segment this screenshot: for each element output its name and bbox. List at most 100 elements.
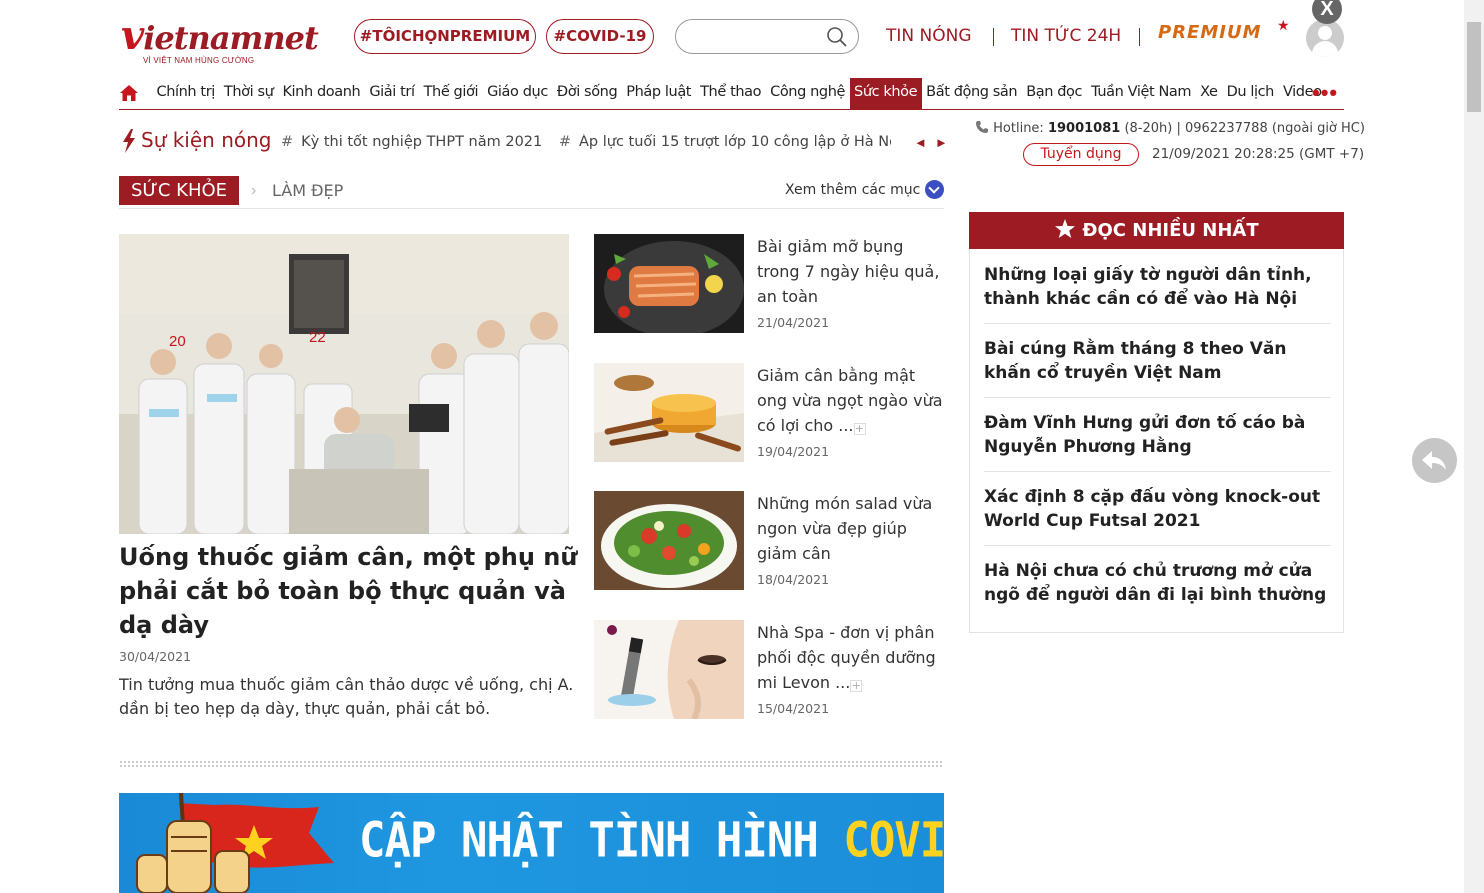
hot-events-list: # Kỳ thi tốt nghiệp THPT năm 2021 # Áp lực… [281, 134, 891, 150]
nav-item[interactable]: Du lịch [1222, 78, 1278, 109]
article-title-text[interactable]: Nhà Spa - đơn vị phân phối độc quyền dưỡ… [757, 623, 936, 692]
most-read-box: ĐỌC NHIỀU NHẤT Những loại giấy tờ người … [969, 212, 1344, 633]
article-title[interactable]: Bài giảm mỡ bụng trong 7 ngày hiệu quả, … [757, 234, 947, 309]
banner-main-text: CẬP NHẬT TÌNH HÌNH [359, 812, 819, 869]
nav-item[interactable]: Tuần Việt Nam [1087, 78, 1196, 109]
article-date: 18/04/2021 [757, 572, 830, 587]
search-input[interactable] [688, 20, 838, 51]
article-thumbnail[interactable] [594, 363, 744, 462]
article-thumbnail[interactable] [594, 234, 744, 333]
site-logo[interactable]: vietnamnet VÌ VIỆT NAM HÙNG CƯỜNG [121, 16, 319, 70]
user-icon-body [1312, 41, 1338, 57]
divider [1139, 28, 1140, 46]
most-read-item[interactable]: Xác định 8 cặp đấu vòng knock-out World … [984, 472, 1331, 546]
plus-icon[interactable]: + [850, 680, 863, 692]
nav-item[interactable]: Chính trị [152, 78, 219, 109]
search-icon[interactable] [826, 26, 848, 48]
article-item[interactable]: Bài giảm mỡ bụng trong 7 ngày hiệu quả, … [594, 234, 949, 334]
nav-item[interactable]: Bất động sản [922, 78, 1022, 109]
plus-icon[interactable]: + [853, 423, 866, 435]
article-date: 21/04/2021 [757, 315, 830, 330]
nav-item[interactable]: Thời sự [219, 78, 278, 109]
premium-link[interactable]: PREMIUM [1158, 22, 1262, 43]
most-read-item[interactable]: Những loại giấy tờ người dân tỉnh, thành… [984, 250, 1331, 324]
article-date: 15/04/2021 [757, 701, 830, 716]
hot-event-item[interactable]: Áp lực tuổi 15 trượt lớp 10 công lập ở H… [579, 134, 891, 150]
bed-number: 22 [309, 329, 326, 346]
nav-item[interactable]: Bạn đọc [1022, 78, 1087, 109]
featured-image[interactable]: 20 22 [119, 234, 569, 534]
subsection-link[interactable]: LÀM ĐẸP [272, 181, 343, 200]
scrollbar[interactable] [1464, 0, 1484, 893]
hotline: Hotline: 19001081 (8-20h) | 0962237788 (… [975, 120, 1365, 136]
article-item[interactable]: Giảm cân bằng mật ong vừa ngọt ngào vừa … [594, 363, 949, 463]
featured-date: 30/04/2021 [119, 649, 192, 664]
article-item[interactable]: Nhà Spa - đơn vị phân phối độc quyền dưỡ… [594, 620, 949, 720]
salad-image [594, 491, 744, 590]
tag-toichonpremium[interactable]: #TÔICHỌNPREMIUM [354, 19, 536, 54]
tag-covid19[interactable]: #COVID-19 [546, 19, 654, 54]
article-title[interactable]: Những món salad vừa ngon vừa đẹp giúp gi… [757, 491, 947, 566]
nav-item[interactable]: Kinh doanh [278, 78, 365, 109]
most-read-item[interactable]: Hà Nội chưa có chủ trương mở cửa ngõ để … [984, 546, 1331, 620]
home-icon[interactable] [119, 84, 139, 102]
hotline-number[interactable]: 19001081 [1048, 121, 1120, 136]
hotline-hours: (8-20h) | 0962237788 (ngoài giờ HC) [1124, 121, 1365, 136]
star-icon [1055, 219, 1076, 238]
nav-item[interactable]: Giáo dục [483, 78, 553, 109]
hot-events-bar: Sự kiện nóng # Kỳ thi tốt nghiệp THPT năm… [119, 126, 949, 160]
protest-fist-icon [136, 793, 334, 893]
hot-event-item[interactable]: Kỳ thi tốt nghiệp THPT năm 2021 [301, 134, 542, 150]
article-title-text[interactable]: Giảm cân bằng mật ong vừa ngọt ngào vừa … [757, 366, 943, 435]
most-read-header: ĐỌC NHIỀU NHẤT [969, 212, 1344, 249]
carousel-arrows: ◄► [914, 135, 956, 150]
user-icon [1318, 26, 1332, 40]
nav-item[interactable]: Pháp luật [622, 78, 696, 109]
section-title[interactable]: SỨC KHỎE [119, 176, 240, 205]
chevron-right-icon: › [251, 182, 257, 199]
nav-item[interactable]: Giải trí [365, 78, 419, 109]
covid-banner[interactable]: CẬP NHẬT TÌNH HÌNH COVID 19 [119, 793, 944, 893]
nav-item[interactable]: Thế giới [419, 78, 483, 109]
nav-items: Chính trị Thời sự Kinh doanh Giải trí Thế gi… [152, 78, 1326, 109]
prev-arrow-icon[interactable]: ◄ [914, 135, 935, 150]
nav-item[interactable]: Sức khỏe [849, 78, 922, 109]
nav-item[interactable]: Công nghệ [766, 78, 850, 109]
close-button[interactable]: X [1312, 0, 1342, 24]
featured-description: Tin tưởng mua thuốc giảm cân thảo dược v… [119, 675, 574, 718]
more-categories-link[interactable]: Xem thêm các mục [785, 182, 920, 198]
section-header: SỨC KHỎE › LÀM ĐẸP Xem thêm các mục [119, 176, 944, 209]
hot-events-title: Sự kiện nóng [141, 128, 272, 152]
honey-image [594, 363, 744, 462]
banner-text: CẬP NHẬT TÌNH HÌNH COVID 19 [359, 812, 944, 868]
hospital-photo: 20 22 [119, 234, 569, 534]
nav-item[interactable]: Đời sống [552, 78, 621, 109]
chevron-down-icon[interactable] [925, 180, 944, 199]
link-tin-nong[interactable]: TIN NÓNG [886, 26, 972, 46]
phone-icon [976, 121, 988, 133]
most-read-item[interactable]: Bài cúng Rằm tháng 8 theo Văn khấn cổ tr… [984, 324, 1331, 398]
link-tin-tuc-24h[interactable]: TIN TỨC 24H [1011, 26, 1121, 46]
article-item[interactable]: Những món salad vừa ngon vừa đẹp giúp gi… [594, 491, 949, 591]
reply-arrow-icon [1422, 451, 1446, 470]
article-title[interactable]: Nhà Spa - đơn vị phân phối độc quyền dưỡ… [757, 620, 947, 695]
dotted-divider [119, 760, 944, 768]
article-thumbnail[interactable] [594, 491, 744, 590]
salmon-image [594, 234, 744, 333]
nav-item[interactable]: Thể thao [696, 78, 766, 109]
nav-item[interactable]: Xe [1196, 78, 1222, 109]
article-thumbnail[interactable] [594, 620, 744, 719]
article-title[interactable]: Giảm cân bằng mật ong vừa ngọt ngào vừa … [757, 363, 947, 438]
spa-ad-image [594, 620, 744, 719]
scrollbar-thumb[interactable] [1467, 22, 1481, 112]
logo-text: vietnamnet [121, 12, 319, 59]
recruit-button[interactable]: Tuyển dụng [1023, 143, 1139, 166]
featured-title[interactable]: Uống thuốc giảm cân, một phụ nữ phải cắt… [119, 540, 579, 642]
hash-icon: # [558, 134, 572, 150]
most-read-item[interactable]: Đàm Vĩnh Hưng gửi đơn tố cáo bà Nguyễn P… [984, 398, 1331, 472]
user-avatar[interactable] [1306, 19, 1344, 57]
next-arrow-icon[interactable]: ► [935, 135, 956, 150]
back-button[interactable] [1412, 438, 1457, 483]
hotline-label: Hotline: [993, 121, 1044, 136]
more-menu-icon[interactable]: ••• [1312, 82, 1338, 104]
